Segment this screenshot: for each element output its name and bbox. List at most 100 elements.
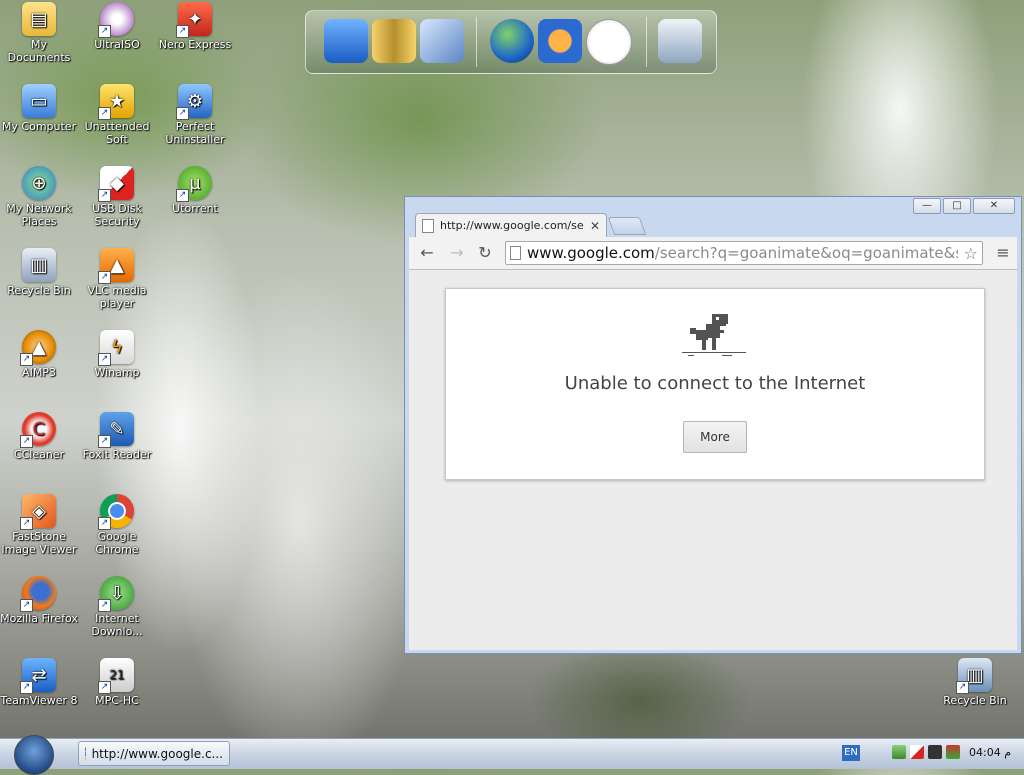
desktop-icon-recycle-bin[interactable]: ▥ Recycle Bin: [0, 248, 78, 297]
desktop-icon-faststone[interactable]: ◈ ↗ FastStone Image Viewer: [0, 494, 78, 556]
window-controls: — □ ✕: [913, 198, 1015, 214]
desktop-icon-recycle-bin-right[interactable]: ▥ ↗ Recycle Bin: [936, 658, 1014, 707]
foxit-icon: ✎ ↗: [98, 412, 134, 448]
dock-bar: [305, 10, 717, 74]
desktop-icon-mpc-hc[interactable]: 21 ↗ MPC-HC: [78, 658, 156, 707]
dock-separator: [646, 17, 647, 67]
back-arrow-icon[interactable]: ←: [417, 243, 437, 263]
desktop-icon-my-documents[interactable]: ▤ My Documents: [0, 2, 78, 64]
desktop-icon-label: Google Chrome: [95, 530, 139, 556]
desktop-icon-usb-disk-security[interactable]: ◆ ↗ USB Disk Security: [78, 166, 156, 228]
error-card: Unable to connect to the Internet More: [445, 288, 985, 480]
desktop-icon-label: Nero Express: [158, 38, 232, 51]
disk-icon[interactable]: [420, 19, 464, 63]
desktop-icon-label: Perfect Uninstaller: [165, 120, 225, 146]
new-tab-button[interactable]: [607, 217, 647, 235]
url-text: www.google.com/search?q=goanimate&oq=goa…: [527, 244, 958, 262]
dock-separator: [476, 17, 477, 67]
network-icon: ⊕: [22, 166, 56, 200]
page-icon: [422, 218, 434, 233]
more-button[interactable]: More: [683, 421, 747, 453]
desktop-icon-my-network-places[interactable]: ⊕ My Network Places: [0, 166, 78, 228]
desktop-icon-ccleaner[interactable]: C ↗ CCleaner: [0, 412, 78, 461]
recycle-bin-icon: ▥ ↗: [956, 658, 992, 694]
taskbar: http://www.google.c... EN 04:04 م: [0, 735, 1024, 775]
nero-icon: ✦ ↗: [176, 2, 212, 38]
desktop-icon-ultraiso[interactable]: ↗ UltraISO: [78, 2, 156, 51]
desktop-icon-label: My Network Places: [6, 202, 72, 228]
faststone-icon: ◈ ↗: [20, 494, 56, 530]
media-player-icon[interactable]: [538, 19, 582, 63]
volume-tray-icon[interactable]: [946, 745, 960, 759]
desktop-icon-my-computer[interactable]: ▭ My Computer: [0, 84, 78, 133]
tab-close-icon[interactable]: ✕: [590, 219, 600, 233]
desktop-icon-google-chrome[interactable]: ↗ Google Chrome: [78, 494, 156, 556]
desktop-icon-label: Winamp: [94, 366, 140, 379]
desktop-icon-winamp[interactable]: ϟ ↗ Winamp: [78, 330, 156, 379]
security-tray-icon[interactable]: [928, 745, 942, 759]
monitor-icon[interactable]: [324, 19, 368, 63]
desktop-icon-internet-download[interactable]: ⇩ ↗ Internet Downlo...: [78, 576, 156, 638]
close-button[interactable]: ✕: [973, 198, 1015, 214]
trash-icon[interactable]: [658, 19, 702, 63]
error-title: Unable to connect to the Internet: [564, 373, 866, 394]
network-tray-icon[interactable]: [892, 745, 906, 759]
taskbar-item-chrome[interactable]: http://www.google.c...: [78, 741, 230, 766]
disc-icon: ↗: [98, 2, 134, 38]
desktop-icon-utorrent[interactable]: µ ↗ Utorrent: [156, 166, 234, 215]
desktop-icon-label: Recycle Bin: [943, 694, 1007, 707]
address-bar[interactable]: www.google.com/search?q=goanimate&oq=goa…: [505, 241, 983, 265]
folder-documents-icon: ▤: [22, 2, 56, 36]
desktop-icon-label: My Documents: [7, 38, 71, 64]
desktop-icon-perfect-uninstaller[interactable]: ⚙ ↗ Perfect Uninstaller: [156, 84, 234, 146]
desktop-icon-label: Mozilla Firefox: [0, 612, 78, 625]
desktop-icon-unattended-soft[interactable]: ★ ↗ Unattended Soft: [78, 84, 156, 146]
shield-tray-icon[interactable]: [910, 745, 924, 759]
desktop-icon-label: Recycle Bin: [7, 284, 71, 297]
minimize-button[interactable]: —: [913, 198, 941, 214]
globe-icon[interactable]: [490, 19, 534, 63]
winamp-icon: ϟ ↗: [98, 330, 134, 366]
bookmark-star-icon[interactable]: ☆: [964, 244, 978, 263]
desktop-icon-aimp3[interactable]: ▲ ↗ AIMP3: [0, 330, 78, 379]
chrome-icon: [85, 746, 86, 761]
desktop-icon-label: TeamViewer 8: [0, 694, 78, 707]
firefox-icon: ↗: [20, 576, 56, 612]
reload-icon[interactable]: ↻: [475, 243, 495, 263]
start-button[interactable]: [14, 735, 54, 775]
desktop-icon-nero-express[interactable]: ✦ ↗ Nero Express: [156, 2, 234, 51]
url-path: /search?q=goanimate&oq=goanimate&sou: [654, 244, 958, 262]
maximize-button[interactable]: □: [943, 198, 971, 214]
desktop-icon-label: Unattended Soft: [84, 120, 150, 146]
clock[interactable]: 04:04 م: [969, 746, 1011, 759]
desktop-icon-label: CCleaner: [13, 448, 65, 461]
desktop-icon-label: VLC media player: [87, 284, 147, 310]
clock-icon[interactable]: [586, 19, 632, 65]
utorrent-icon: µ ↗: [176, 166, 212, 202]
url-host: www.google.com: [527, 244, 655, 262]
desktop-icon-label: AIMP3: [22, 366, 56, 379]
tab-active[interactable]: http://www.google.com/sear ✕: [415, 213, 607, 237]
desktop-icon-label: Utorrent: [172, 202, 218, 215]
page-content: Unable to connect to the Internet More: [409, 270, 1017, 650]
desktop-icon-label: UltraISO: [94, 38, 140, 51]
chrome-icon: ↗: [98, 494, 134, 530]
language-indicator[interactable]: EN: [842, 745, 860, 761]
browser-toolbar: ← → ↻ www.google.com/search?q=goanimate&…: [409, 237, 1017, 270]
chrome-window: — □ ✕ http://www.google.com/sear ✕ ← → ↻…: [404, 196, 1022, 654]
forward-arrow-icon[interactable]: →: [447, 243, 467, 263]
dinosaur-icon: [682, 314, 746, 356]
computer-icon: ▭: [22, 84, 56, 118]
usb-shield-icon: ◆ ↗: [98, 166, 134, 202]
menu-icon[interactable]: ≡: [993, 243, 1013, 263]
page-icon: [510, 246, 521, 260]
folders-icon[interactable]: [372, 19, 416, 63]
idm-icon: ⇩ ↗: [98, 576, 134, 612]
desktop-icon-vlc[interactable]: ▲ ↗ VLC media player: [78, 248, 156, 310]
aimp-icon: ▲ ↗: [20, 330, 56, 366]
tab-title: http://www.google.com/sear: [440, 219, 584, 232]
desktop-icon-foxit-reader[interactable]: ✎ ↗ Foxit Reader: [78, 412, 156, 461]
desktop-icon-label: Internet Downlo...: [91, 612, 143, 638]
desktop-icon-mozilla-firefox[interactable]: ↗ Mozilla Firefox: [0, 576, 78, 625]
desktop-icon-teamviewer[interactable]: ⇄ ↗ TeamViewer 8: [0, 658, 78, 707]
